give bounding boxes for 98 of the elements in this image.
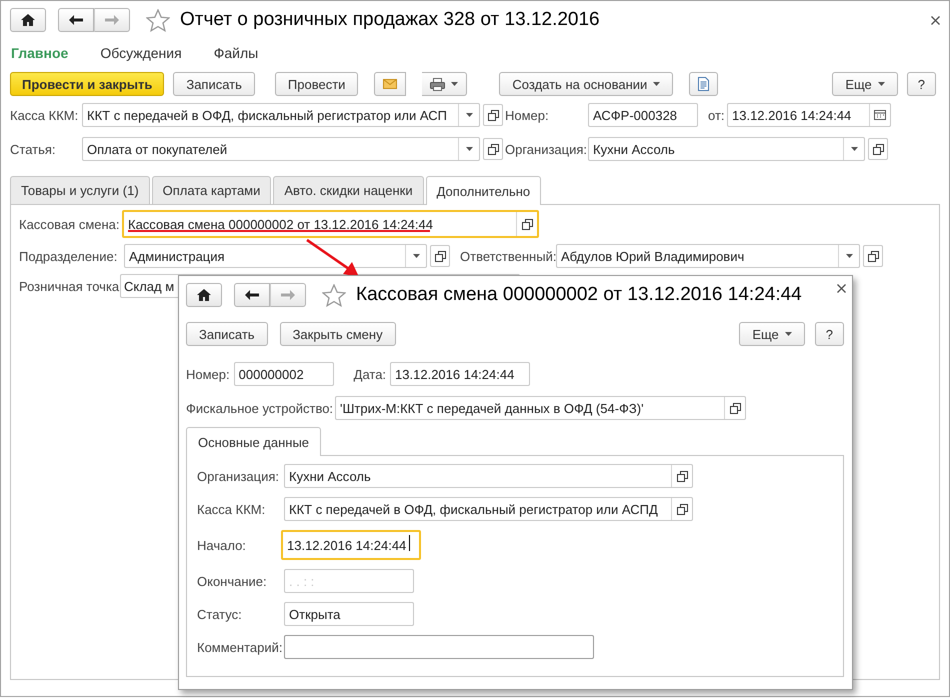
field-label: Организация: <box>197 468 280 484</box>
tab[interactable]: Товары и услуги (1) <box>10 176 150 204</box>
input-field[interactable]: Кухни Ассоль <box>284 464 693 488</box>
forward-arrow-icon <box>281 290 295 300</box>
input-field[interactable]: Кассовая смена 000000002 от 13.12.2016 14:24:44 <box>122 210 539 238</box>
toolbar-button[interactable]: Записать <box>186 322 268 346</box>
field-label: Статус: <box>197 606 243 622</box>
field-label: Розничная точка: <box>19 278 120 294</box>
back-arrow-icon <box>245 290 259 300</box>
tab[interactable]: Оплата картами <box>152 176 272 204</box>
caret-icon <box>850 147 858 151</box>
input-field[interactable]: Администрация <box>124 244 427 268</box>
tab[interactable]: Авто. скидки наценки <box>273 176 424 204</box>
home-icon <box>197 289 211 301</box>
star-icon[interactable] <box>146 8 170 32</box>
field-label: Фискальное устройство: <box>186 400 334 416</box>
caret-icon <box>412 254 420 258</box>
open-icon <box>488 144 498 154</box>
field-label: Касса ККМ: <box>10 108 80 122</box>
printer-icon <box>430 78 446 90</box>
field-label: Подразделение: <box>19 248 118 264</box>
field-label: Статья: <box>10 142 57 156</box>
input-field[interactable]: Оплата от покупателей <box>82 137 480 161</box>
toolbar-button[interactable]: Записать <box>173 72 255 96</box>
caret-icon <box>451 82 458 86</box>
toolbar-button[interactable]: ? <box>814 322 844 346</box>
input-field[interactable]: АСФР-000328 <box>588 103 698 127</box>
input-field[interactable]: 13.12.2016 14:24:44 <box>727 103 891 127</box>
toolbar-button[interactable]: Провести <box>274 72 358 96</box>
caret-icon <box>784 332 792 336</box>
input-field[interactable]: Открыта <box>284 602 414 626</box>
open-icon <box>434 250 446 262</box>
menu-button[interactable]: Еще <box>832 72 898 96</box>
open-icon <box>868 250 878 262</box>
field-label: Организация: <box>505 142 588 156</box>
open-button[interactable] <box>483 138 503 160</box>
input-field[interactable]: 000000002 <box>234 362 334 386</box>
field-label: Касса ККМ: <box>197 502 266 516</box>
field-label: Начало: <box>197 538 247 552</box>
open-button[interactable] <box>483 104 503 126</box>
caret-icon <box>878 82 885 86</box>
window-title: Кассовая смена 000000002 от 13.12.2016 14:24:44 <box>356 284 802 306</box>
open-icon <box>676 504 688 514</box>
post-and-close-button[interactable]: Провести и закрыть <box>10 72 164 96</box>
caret-icon <box>846 254 852 258</box>
close-icon[interactable] <box>837 284 846 292</box>
field-label: от: <box>708 108 726 122</box>
field-label: Окончание: <box>197 574 268 588</box>
star-icon[interactable] <box>322 284 346 306</box>
field-label: Дата: <box>354 366 386 382</box>
field-label: Номер: <box>186 366 230 382</box>
input-field[interactable] <box>284 635 594 659</box>
open-button[interactable] <box>863 245 883 267</box>
tab[interactable]: Основные данные <box>186 427 322 456</box>
open-icon <box>676 470 688 482</box>
menu-button[interactable]: Еще <box>739 322 805 346</box>
input-field[interactable]: ККТ с передачей в ОФД, фискальный регистратор или АСПД <box>284 497 693 521</box>
section-link[interactable]: Файлы <box>214 45 258 61</box>
window-title: Отчет о розничных продажах 328 от 13.12.2016 <box>180 9 600 31</box>
forward-arrow-icon <box>105 15 119 25</box>
input-field[interactable]: Абдулов Юрий Владимирович <box>556 244 860 268</box>
field-label: Ответственный: <box>460 248 556 264</box>
open-button[interactable] <box>430 245 450 267</box>
document-icon <box>698 77 710 91</box>
back-button[interactable] <box>234 283 270 307</box>
back-button[interactable] <box>58 8 94 32</box>
open-button[interactable] <box>868 138 888 160</box>
input-field[interactable]: Кухни Ассоль <box>588 137 865 161</box>
tab[interactable]: Дополнительно <box>426 176 542 205</box>
open-icon <box>730 402 740 414</box>
caret-icon <box>466 113 472 117</box>
field-label: Кассовая смена: <box>19 216 121 232</box>
email-button[interactable] <box>374 72 406 96</box>
calendar-icon <box>874 110 886 120</box>
home-button[interactable] <box>10 8 46 32</box>
home-button[interactable] <box>186 283 222 307</box>
section-link[interactable]: Обсуждения <box>100 45 182 61</box>
caret-icon <box>653 82 660 86</box>
toolbar-button[interactable]: ? <box>906 72 936 96</box>
field-label: Номер: <box>505 108 550 122</box>
envelope-icon <box>383 79 398 89</box>
report-button[interactable] <box>689 72 718 96</box>
input-field[interactable]: ККТ с передачей в ОФД, фискальный регистратор или АСП <box>82 103 480 127</box>
caret-icon <box>466 147 472 151</box>
input-field[interactable]: 13.12.2016 14:24:44 <box>281 530 421 560</box>
print-button[interactable] <box>422 72 468 96</box>
open-icon <box>488 110 498 120</box>
back-arrow-icon <box>69 15 83 25</box>
close-icon[interactable] <box>931 16 940 24</box>
input-field[interactable]: 'Штрих-М:ККТ с передачей данных в ОФД (54-ФЗ)' <box>335 396 746 420</box>
input-field[interactable]: 13.12.2016 14:24:44 <box>390 362 530 386</box>
home-icon <box>21 14 35 26</box>
field-label: Комментарий: <box>197 640 284 654</box>
menu-button[interactable]: Создать на основании <box>499 72 674 96</box>
section-link[interactable]: Главное <box>11 45 68 61</box>
toolbar-button[interactable]: Закрыть смену <box>280 322 396 346</box>
open-icon <box>522 218 532 230</box>
open-icon <box>872 144 884 154</box>
